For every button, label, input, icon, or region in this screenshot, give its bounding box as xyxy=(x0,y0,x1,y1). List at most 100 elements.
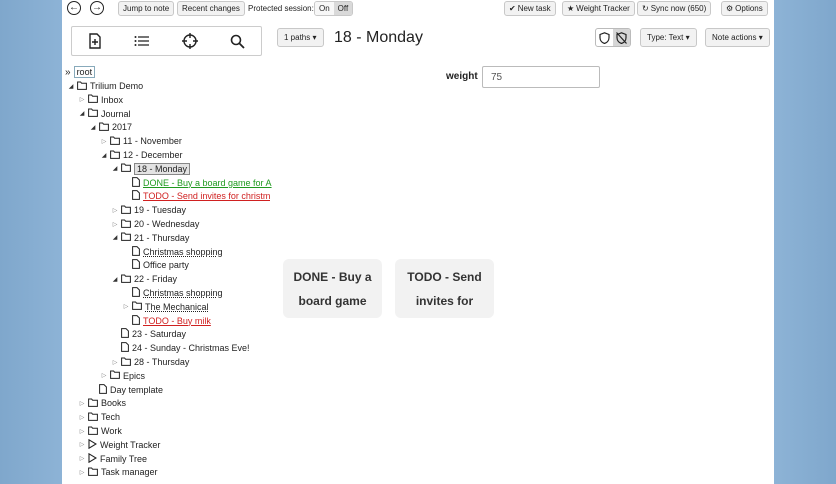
tree-item-label[interactable]: 23 - Saturday xyxy=(132,329,186,339)
tree-item-label[interactable]: Family Tree xyxy=(100,454,147,464)
tree-root-label[interactable]: root xyxy=(73,66,96,78)
tree-item-label[interactable]: Inbox xyxy=(101,95,123,105)
list-icon[interactable] xyxy=(134,35,150,47)
expand-arrow-icon[interactable]: ▷ xyxy=(100,138,108,145)
tree-row[interactable]: ◢ 2017 xyxy=(89,120,132,134)
tree-item-label[interactable]: 12 - December xyxy=(123,150,183,160)
tree-row[interactable]: ▷ Weight Tracker xyxy=(78,438,160,452)
weight-attribute-input[interactable] xyxy=(482,66,600,88)
tree-root-row[interactable]: » root xyxy=(65,65,96,79)
tree-row[interactable]: Office party xyxy=(122,258,189,272)
tree-row[interactable]: ▷ Inbox xyxy=(78,93,123,107)
note-actions-dropdown[interactable]: Note actions ▾ xyxy=(705,28,770,47)
collapse-arrow-icon[interactable]: ◢ xyxy=(78,110,86,117)
tree-row[interactable]: Christmas shopping xyxy=(122,286,223,300)
tree-item-label[interactable]: The Mechanical xyxy=(145,302,209,312)
tree-row[interactable]: ▷ Work xyxy=(78,424,122,438)
tree-row[interactable]: ◢ 12 - December xyxy=(100,148,183,162)
collapse-all-icon[interactable]: » xyxy=(65,67,71,78)
new-note-icon[interactable] xyxy=(88,33,102,49)
collapse-arrow-icon[interactable]: ◢ xyxy=(100,152,108,159)
tree-row[interactable]: ◢ Trilium Demo xyxy=(67,79,143,93)
expand-arrow-icon[interactable]: ▷ xyxy=(78,455,86,462)
expand-arrow-icon[interactable]: ▷ xyxy=(111,207,119,214)
expand-arrow-icon[interactable]: ▷ xyxy=(78,441,86,448)
tree-row[interactable]: ◢ 22 - Friday xyxy=(111,272,177,286)
tree-row[interactable]: 24 - Sunday - Christmas Eve! xyxy=(111,341,250,355)
shield-icon[interactable] xyxy=(596,29,613,46)
tree-row[interactable]: ▷ 28 - Thursday xyxy=(111,355,189,369)
tree-item-label[interactable]: 20 - Wednesday xyxy=(134,219,199,229)
tree-row[interactable]: ▷ Family Tree xyxy=(78,452,147,466)
tree-item-label[interactable]: 2017 xyxy=(112,122,132,132)
tree-row[interactable]: ▷ Epics xyxy=(100,369,145,383)
expand-arrow-icon[interactable]: ▷ xyxy=(111,221,119,228)
collapse-arrow-icon[interactable]: ◢ xyxy=(111,276,119,283)
collapse-arrow-icon[interactable]: ◢ xyxy=(89,124,97,131)
paths-dropdown[interactable]: 1 paths ▾ xyxy=(277,28,324,47)
tree-item-label[interactable]: Office party xyxy=(143,260,189,270)
tree-row[interactable]: ▷ 11 - November xyxy=(100,134,182,148)
tree-row[interactable]: Christmas shopping xyxy=(122,245,223,259)
tree-item-label[interactable]: 21 - Thursday xyxy=(134,233,189,243)
expand-arrow-icon[interactable]: ▷ xyxy=(122,303,130,310)
forward-arrow-icon[interactable]: → xyxy=(90,1,104,15)
tree-item-label[interactable]: 28 - Thursday xyxy=(134,357,189,367)
recent-changes-button[interactable]: Recent changes xyxy=(177,1,245,16)
search-icon[interactable] xyxy=(230,34,245,49)
tree-row[interactable]: ◢ 18 - Monday xyxy=(111,162,191,176)
tree-item-label[interactable]: Trilium Demo xyxy=(90,81,143,91)
tree-row[interactable]: ◢ 21 - Thursday xyxy=(111,231,189,245)
collapse-arrow-icon[interactable]: ◢ xyxy=(111,234,119,241)
tree-item-label[interactable]: 18 - Monday xyxy=(134,162,191,175)
tree-item-label[interactable]: Weight Tracker xyxy=(100,440,160,450)
tree-row[interactable]: ▷ 19 - Tuesday xyxy=(111,203,186,217)
options-button[interactable]: ⚙ Options xyxy=(721,1,768,16)
protect-toggle[interactable] xyxy=(595,28,631,47)
tree-item-label[interactable]: 11 - November xyxy=(123,136,182,146)
tree-item-label[interactable]: Christmas shopping xyxy=(143,288,223,298)
tree-item-label[interactable]: Epics xyxy=(123,371,145,381)
expand-arrow-icon[interactable]: ▷ xyxy=(78,400,86,407)
tree-item-label[interactable]: Day template xyxy=(110,385,163,395)
tree-item-label[interactable]: 24 - Sunday - Christmas Eve! xyxy=(132,343,250,353)
tree-item-label[interactable]: Journal xyxy=(101,109,131,119)
expand-arrow-icon[interactable]: ▷ xyxy=(100,372,108,379)
tree-item-label[interactable]: 19 - Tuesday xyxy=(134,205,186,215)
tree-row[interactable]: ◢ Journal xyxy=(78,107,131,121)
jump-to-note-button[interactable]: Jump to note xyxy=(118,1,175,16)
tree-row[interactable]: DONE - Buy a board game for A xyxy=(122,176,272,190)
tree-item-label[interactable]: Christmas shopping xyxy=(143,247,223,257)
tree-row[interactable]: ▷ Task manager xyxy=(78,465,158,479)
todo-task-card[interactable]: TODO - Send invites for xyxy=(395,259,494,318)
back-arrow-icon[interactable]: ← xyxy=(67,1,81,15)
expand-arrow-icon[interactable]: ▷ xyxy=(78,96,86,103)
expand-arrow-icon[interactable]: ▷ xyxy=(78,428,86,435)
protected-off-option[interactable]: Off xyxy=(333,2,353,15)
collapse-arrow-icon[interactable]: ◢ xyxy=(111,165,119,172)
tree-row[interactable]: 23 - Saturday xyxy=(111,327,186,341)
note-type-dropdown[interactable]: Type: Text ▾ xyxy=(640,28,697,47)
tree-item-label[interactable]: DONE - Buy a board game for A xyxy=(143,178,272,188)
tree-item-label[interactable]: 22 - Friday xyxy=(134,274,177,284)
new-task-button[interactable]: ✔ New task xyxy=(504,1,556,16)
sync-now-button[interactable]: ↻ Sync now (650) xyxy=(637,1,712,16)
tree-item-label[interactable]: Tech xyxy=(101,412,120,422)
protected-on-option[interactable]: On xyxy=(315,2,334,15)
tree-row[interactable]: TODO - Buy milk xyxy=(122,314,211,328)
tree-row[interactable]: Day template xyxy=(89,383,163,397)
done-task-card[interactable]: DONE - Buy a board game xyxy=(283,259,382,318)
expand-arrow-icon[interactable]: ▷ xyxy=(111,359,119,366)
tree-row[interactable]: ▷ Tech xyxy=(78,410,120,424)
tree-row[interactable]: TODO - Send invites for christm xyxy=(122,189,270,203)
tree-item-label[interactable]: Books xyxy=(101,398,126,408)
tree-item-label[interactable]: TODO - Buy milk xyxy=(143,316,211,326)
tree-row[interactable]: ▷ 20 - Wednesday xyxy=(111,217,199,231)
crosshair-icon[interactable] xyxy=(181,33,198,49)
note-title[interactable]: 18 - Monday xyxy=(334,29,423,47)
tree-row[interactable]: ▷ Books xyxy=(78,396,126,410)
tree-item-label[interactable]: Work xyxy=(101,426,122,436)
tree-row[interactable]: ▷ The Mechanical xyxy=(122,300,209,314)
tree-item-label[interactable]: Task manager xyxy=(101,467,158,477)
weight-tracker-button[interactable]: ★ Weight Tracker xyxy=(562,1,635,16)
